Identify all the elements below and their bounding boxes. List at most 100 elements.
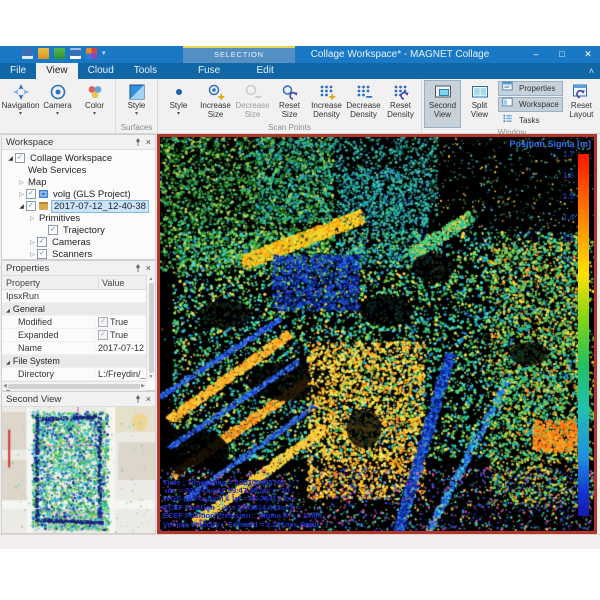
close-button[interactable]: ✕ (582, 46, 594, 63)
reset-density-button[interactable]: Reset Density (382, 80, 419, 123)
close-icon[interactable]: × (146, 264, 151, 273)
minimize-button[interactable]: – (530, 46, 542, 63)
tasks-button[interactable]: Tasks (498, 113, 563, 128)
category-expand-icon[interactable]: ◢ (6, 308, 10, 314)
open-icon[interactable] (38, 48, 49, 59)
camera-button[interactable]: Camera▾ (39, 80, 76, 123)
scrollbar-thumb[interactable] (149, 283, 154, 373)
style-button[interactable]: Style▾ (118, 80, 155, 123)
tab-cloud[interactable]: Cloud (78, 63, 124, 79)
pointcloud-canvas[interactable] (160, 137, 594, 531)
project-icon (39, 190, 48, 198)
main-3d-view[interactable]: Position Sigma [m] 1.71.61.51.41.31.2 Ti… (157, 134, 597, 534)
second-view-button[interactable]: Second View (424, 80, 461, 128)
grid-icon[interactable] (86, 48, 97, 59)
tree-item-primitives[interactable]: ▷Primitives (2, 212, 155, 224)
close-icon[interactable]: × (146, 138, 151, 147)
value-checkbox[interactable]: ✓ (98, 317, 108, 327)
increase-density-label: Increase Density (310, 102, 343, 119)
tree-item-volg-gls-project[interactable]: ▷✓ volg (GLS Project) (2, 188, 155, 200)
close-icon[interactable]: × (146, 395, 151, 404)
checkbox[interactable]: ✓ (37, 249, 47, 259)
ribbon-group-label (2, 123, 113, 133)
tab-edit[interactable]: Edit (237, 63, 293, 79)
collapse-arrow-icon[interactable]: ◢ (17, 203, 26, 210)
pin-icon[interactable] (134, 138, 142, 146)
property-row-name[interactable]: Name2017-07-12 (2, 342, 146, 355)
properties-horizontal-scrollbar[interactable]: ◀ ▶ (2, 381, 146, 390)
increase-size-button[interactable]: Increase Size (197, 80, 234, 123)
save-icon[interactable] (22, 48, 33, 59)
expand-arrow-icon[interactable]: ▷ (17, 191, 26, 198)
expand-arrow-icon[interactable]: ▷ (28, 215, 37, 222)
toolbar-options-chevron[interactable]: ▾ (102, 48, 106, 59)
category-expand-icon[interactable]: ◢ (6, 360, 10, 366)
win-tasks-icon (502, 113, 516, 129)
scrollbar-thumb[interactable] (8, 384, 140, 389)
titlebar: ▾ SELECTION Collage Workspace* - MAGNET … (0, 46, 600, 63)
checkbox[interactable]: ✓ (15, 153, 25, 163)
property-row-directory[interactable]: DirectoryL:/Freydin/_ (2, 368, 146, 381)
properties-button[interactable]: Properties (498, 81, 563, 96)
scroll-right-icon[interactable]: ▶ (141, 383, 145, 389)
properties-vertical-scrollbar[interactable]: ▲ ▼ (146, 275, 155, 381)
telemetry-line: Vehicle Velocity : Forward = 2.291m/s Ri… (163, 521, 322, 529)
tree-item-trajectory[interactable]: ✓Trajectory (2, 224, 155, 236)
tab-file[interactable]: File (0, 63, 36, 79)
scroll-down-icon[interactable]: ▼ (149, 374, 154, 380)
style-button[interactable]: Style▾ (160, 80, 197, 123)
property-row-file-system[interactable]: ◢File System (2, 355, 146, 368)
ribbon-collapse-chevron[interactable]: ˄ (589, 63, 594, 79)
tree-item-cameras[interactable]: ▷✓Cameras (2, 236, 155, 248)
checkbox[interactable]: ✓ (37, 237, 47, 247)
surface-style-icon (128, 82, 146, 102)
workspace-button[interactable]: Workspace (498, 97, 563, 112)
tab-tools[interactable]: Tools (124, 63, 167, 79)
tree-item-collage-workspace[interactable]: ◢✓Collage Workspace (2, 152, 155, 164)
reset-size-button[interactable]: Reset Size (271, 80, 308, 123)
status-bar (0, 534, 600, 549)
tree-item-label: Web Services (26, 165, 88, 176)
map-canvas[interactable] (2, 407, 155, 533)
tab-view[interactable]: View (36, 63, 78, 79)
expand-arrow-icon[interactable]: ▷ (17, 179, 26, 186)
pin-icon[interactable] (134, 264, 142, 272)
tree-item-label: volg (GLS Project) (51, 189, 133, 200)
navigation-button[interactable]: Navigation▾ (2, 80, 39, 123)
expand-arrow-icon[interactable]: ▷ (28, 239, 37, 246)
decrease-size-button[interactable]: Decrease Size (234, 80, 271, 123)
tab-fuse[interactable]: Fuse (181, 63, 237, 79)
tree-item-2017-07-12-12-40-38[interactable]: ◢✓2017-07-12_12-40-38 (2, 200, 155, 212)
split-view-button[interactable]: Split View (461, 80, 498, 128)
maximize-button[interactable]: □ (556, 46, 568, 63)
ribbon-group-window: Second ViewSplit ViewPropertiesWorkspace… (422, 79, 600, 133)
property-row-expanded[interactable]: Expanded✓True (2, 329, 146, 342)
tree-item-label: Trajectory (61, 225, 107, 236)
colorbar-title: Position Sigma [m] (509, 139, 591, 149)
dropdown-caret-icon: ▾ (135, 111, 138, 117)
tree-item-web-services[interactable]: Web Services (2, 164, 155, 176)
collapse-arrow-icon[interactable]: ◢ (6, 155, 15, 162)
property-row-ipsxrun[interactable]: IpsxRun (2, 290, 146, 303)
checkbox[interactable]: ✓ (48, 225, 58, 235)
color-button[interactable]: Color▾ (76, 80, 113, 123)
pin-icon[interactable] (134, 395, 142, 403)
scroll-left-icon[interactable]: ◀ (3, 383, 7, 389)
decrease-density-button[interactable]: Decrease Density (345, 80, 382, 123)
property-row-general[interactable]: ◢General (2, 303, 146, 316)
import-icon[interactable] (54, 48, 65, 59)
reset-layout-button[interactable]: Reset Layout (563, 80, 600, 128)
checkbox[interactable]: ✓ (26, 201, 36, 211)
contextual-tab-group-selection: SELECTION (183, 46, 295, 63)
saveall-icon[interactable] (70, 48, 81, 59)
tree-item-scanners[interactable]: ▷✓Scanners (2, 248, 155, 260)
expand-arrow-icon[interactable]: ▷ (28, 251, 37, 258)
colorbar-label: 1.2 (550, 255, 574, 264)
increase-density-button[interactable]: Increase Density (308, 80, 345, 123)
value-checkbox[interactable]: ✓ (98, 330, 108, 340)
tree-item-map[interactable]: ▷Map (2, 176, 155, 188)
scroll-up-icon[interactable]: ▲ (149, 276, 154, 282)
checkbox[interactable]: ✓ (26, 189, 36, 199)
property-row-modified[interactable]: Modified✓True (2, 316, 146, 329)
property-name: IpsxRun (2, 291, 146, 301)
